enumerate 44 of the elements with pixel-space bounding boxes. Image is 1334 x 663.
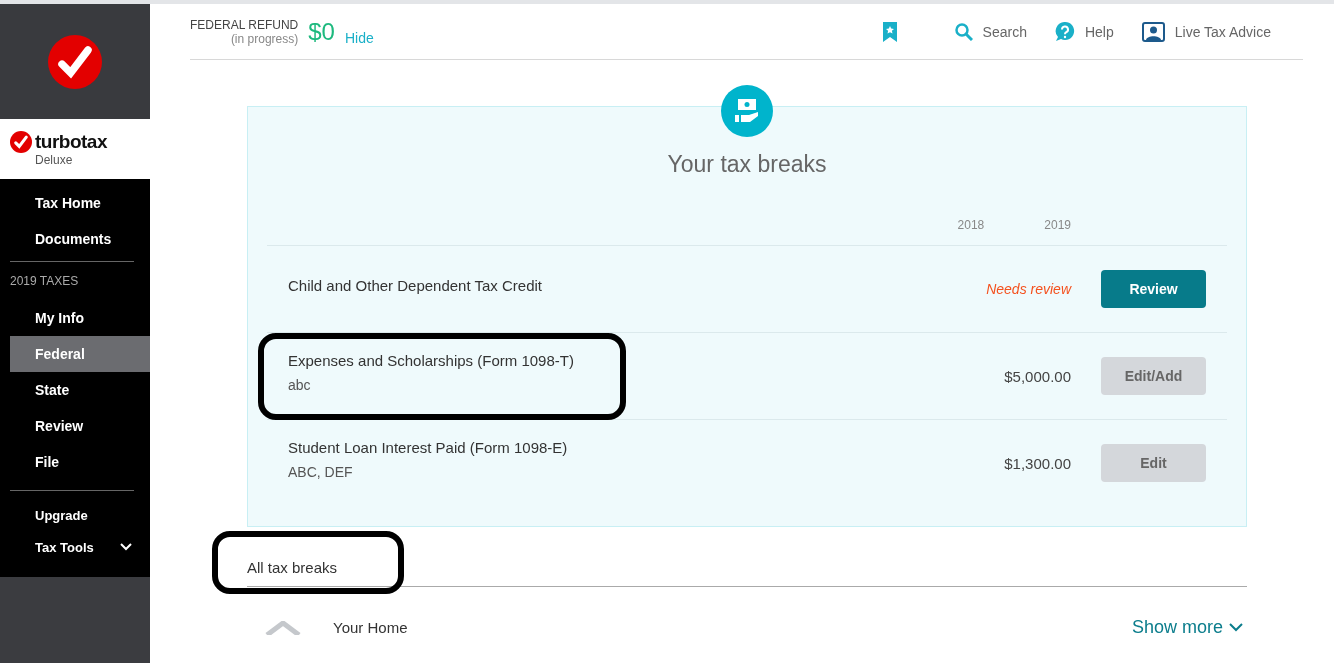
chevron-down-icon [1229,623,1243,632]
hand-money-icon [721,85,773,137]
section-heading: All tax breaks [247,559,338,576]
search-button[interactable]: Search [954,22,1027,41]
nav-item[interactable]: Review [10,408,150,444]
nav-item[interactable]: Tax Home [10,185,150,221]
edit-button[interactable]: Edit [1101,444,1206,482]
help-icon [1054,21,1075,42]
tax-break-name: Child and Other Dependent Tax Credit [288,276,544,294]
column-header: 2019 [1044,218,1071,232]
refund-label: FEDERAL REFUND [190,17,299,32]
amount-2019: $1,300.00 [1004,454,1071,472]
card-title: Your tax breaks [666,151,828,178]
tax-break-name: Expenses and Scholarships (Form 1098-T) [288,351,575,369]
bookmark-star-icon[interactable] [882,21,897,42]
show-more-button[interactable]: Show more [1131,617,1247,638]
chevron-down-icon [120,543,132,551]
advice-button[interactable]: Live Tax Advice [1141,21,1271,42]
checkmark-logo-icon [48,34,102,89]
section-label: 2019 TAXES [10,273,80,290]
tax-break-detail: ABC, DEF [288,463,354,480]
edit-button[interactable]: Edit/Add [1101,357,1206,395]
refund-amount: $0 [308,17,335,46]
refund-note: (in progress) [230,31,299,46]
tax-break-detail: abc [288,376,312,393]
edition-label: Deluxe [35,153,74,167]
nav-item[interactable]: State [10,372,150,408]
help-button[interactable]: Help [1054,21,1114,42]
search-icon [954,22,973,41]
nav-item[interactable]: File [10,444,150,480]
category-name: Your Home [333,619,408,636]
column-header: 2018 [957,218,985,232]
tax-break-name: Student Loan Interest Paid (Form 1098-E) [288,438,569,456]
nav-dropdown[interactable]: Tax Tools [10,531,150,563]
nav-item[interactable]: Federal [10,336,150,372]
review-button[interactable]: Review [1101,270,1206,308]
status-label: Needs review [986,281,1071,297]
amount-2019: $5,000.00 [1004,367,1071,385]
nav-item[interactable]: Documents [10,221,150,257]
nav-item[interactable]: Upgrade [10,499,150,531]
checkmark-logo-icon [10,131,32,153]
nav-item[interactable]: My Info [10,300,150,336]
brand-name: turbotax [35,131,107,153]
person-screen-icon [1141,21,1165,42]
